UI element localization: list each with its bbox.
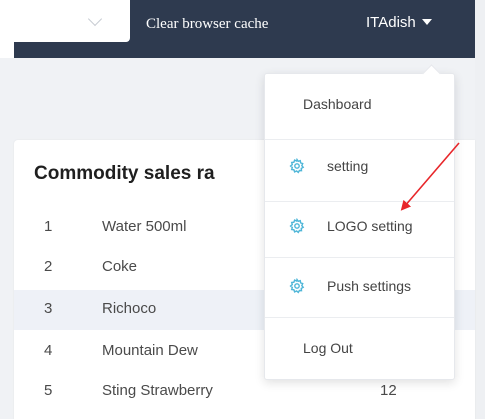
menu-divider (265, 201, 454, 202)
header-select-box[interactable] (0, 0, 130, 42)
menu-item-logo-setting[interactable]: LOGO setting (265, 218, 454, 240)
menu-divider (265, 139, 454, 140)
rank-number: 1 (44, 218, 53, 235)
dropdown-pointer (422, 64, 441, 83)
menu-item-dashboard[interactable]: Dashboard (265, 96, 454, 118)
product-name: Coke (102, 258, 138, 275)
gear-icon (289, 218, 305, 234)
menu-item-label: Dashboard (303, 96, 372, 112)
clear-browser-cache-button[interactable]: Clear browser cache (146, 16, 268, 33)
menu-divider (265, 317, 454, 318)
caret-down-icon (421, 19, 432, 25)
gear-icon (289, 158, 305, 174)
rank-number: 5 (44, 382, 53, 399)
menu-item-push-settings[interactable]: Push settings (265, 278, 454, 300)
user-name: ITAdish (366, 14, 416, 31)
menu-item-label: LOGO setting (327, 218, 413, 234)
rank-number: 2 (44, 258, 53, 275)
menu-item-setting[interactable]: setting (265, 158, 454, 180)
rank-number: 3 (44, 300, 53, 317)
user-dropdown-menu: Dashboard setting LOGO setting Push sett… (264, 64, 455, 380)
menu-item-label: setting (327, 158, 369, 174)
menu-item-label: Log Out (303, 340, 353, 356)
menu-item-label: Push settings (327, 278, 412, 294)
product-name: Richoco (102, 300, 157, 317)
menu-divider (265, 257, 454, 258)
app-window: Clear browser cache ITAdish Commodity sa… (0, 0, 485, 419)
gear-icon (289, 278, 305, 294)
top-navigation-bar: Clear browser cache ITAdish (0, 0, 475, 58)
sales-value: 12 (380, 382, 397, 399)
card-title: Commodity sales ra (34, 163, 215, 184)
user-menu-toggle[interactable]: ITAdish (366, 14, 432, 31)
product-name: Water 500ml (102, 218, 187, 235)
scroll-edge (475, 0, 485, 419)
product-name: Mountain Dew (102, 342, 198, 359)
chevron-down-icon (87, 11, 103, 27)
rank-number: 4 (44, 342, 53, 359)
menu-item-log-out[interactable]: Log Out (265, 340, 454, 362)
product-name: Sting Strawberry (102, 382, 213, 399)
